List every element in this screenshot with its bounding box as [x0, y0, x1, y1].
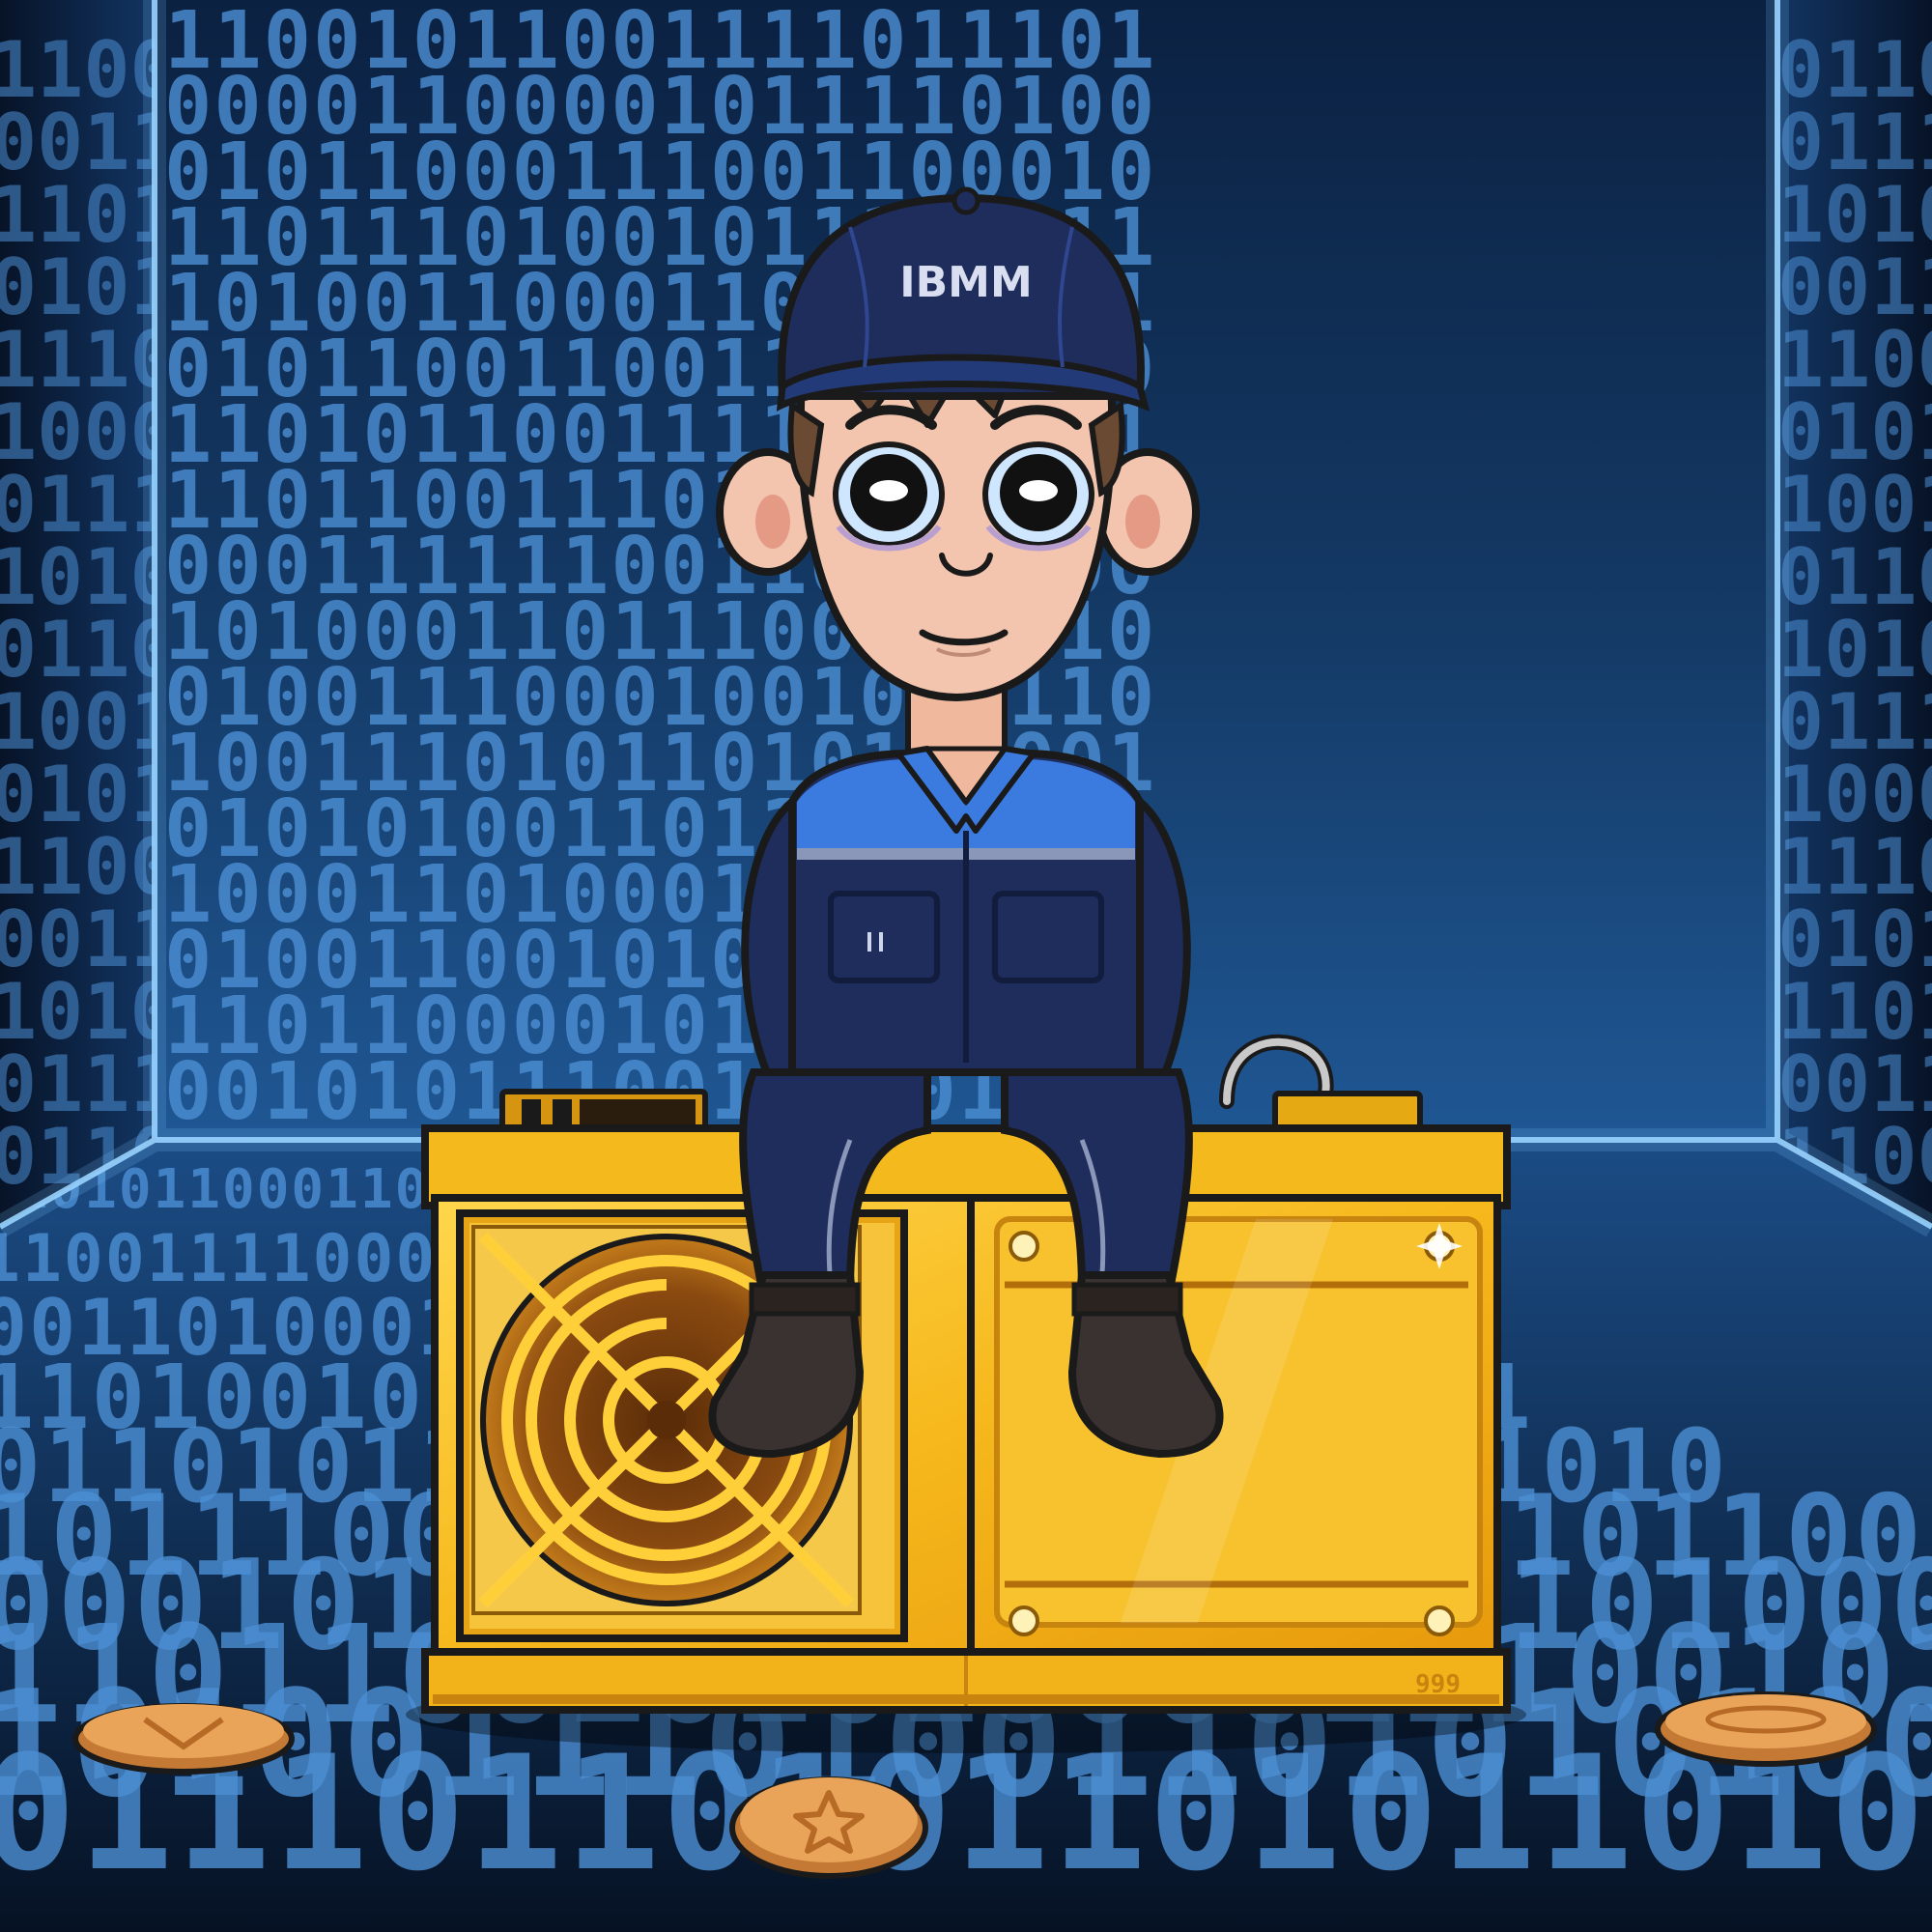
right-side-wall: 0110011110100011110001011001011010100111…	[1777, 0, 1932, 1227]
cap-logo-text: IBMM	[899, 258, 1032, 307]
binary-right-wall-digits: 0110011110100011110001011001011010100111…	[1777, 25, 1932, 1202]
coin-center-star	[729, 1776, 928, 1879]
miner-serial-label: 999	[1415, 1670, 1461, 1699]
miner-scene-illustration: 1100101100111101110100001100001011110100…	[0, 0, 1932, 1932]
right-eye	[982, 441, 1094, 552]
left-eye	[833, 441, 945, 552]
gold-asic-miner: 999	[406, 1034, 1526, 1753]
coin-right	[1655, 1691, 1877, 1767]
coin-left	[72, 1703, 295, 1775]
